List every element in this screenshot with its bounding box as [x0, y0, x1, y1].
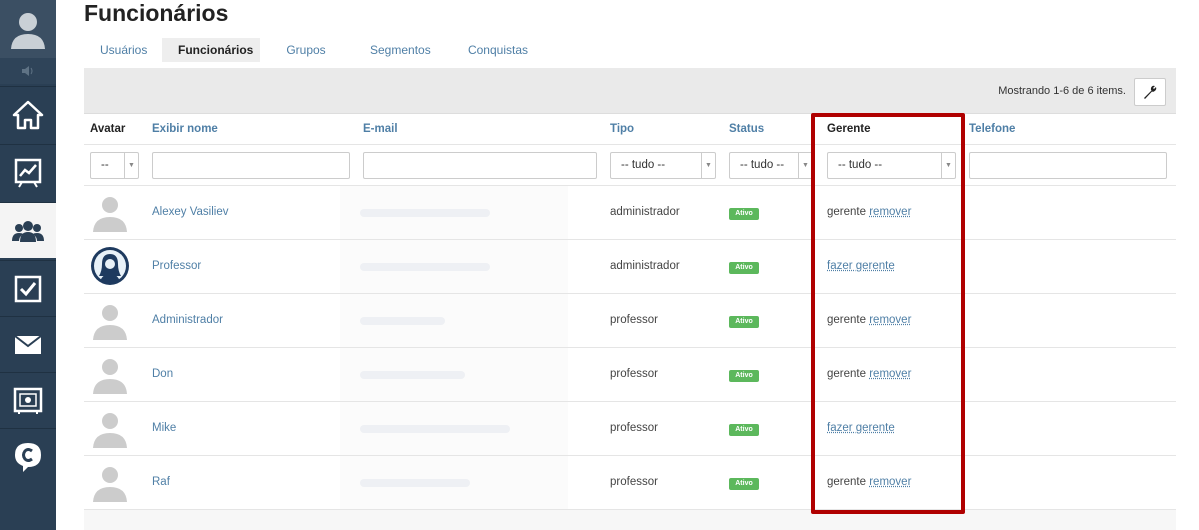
status-badge: Ativo	[729, 316, 759, 328]
col-header-type[interactable]: Tipo	[610, 114, 634, 144]
chart-icon[interactable]	[0, 144, 56, 200]
avatar	[91, 247, 129, 285]
manager-label: gerente	[827, 314, 867, 326]
make-manager-link[interactable]: fazer gerente	[827, 260, 895, 272]
speaker-icon[interactable]	[0, 58, 56, 84]
col-header-status[interactable]: Status	[729, 114, 764, 144]
employee-name-link[interactable]: Raf	[152, 476, 170, 488]
employees-table: Avatar Exibir nome E-mail Tipo Status Ge…	[84, 114, 1176, 510]
settings-button[interactable]	[1134, 78, 1166, 106]
status-badge: Ativo	[729, 262, 759, 274]
status-filter-select[interactable]: -- tudo -- ▼	[729, 152, 813, 179]
chevron-down-icon: ▼	[124, 153, 138, 178]
manager-cell: gerente remover	[827, 476, 911, 488]
chat-icon[interactable]	[0, 428, 56, 484]
summary-bar: Mostrando 1-6 de 6 items.	[84, 68, 1176, 114]
manager-cell: gerente remover	[827, 314, 911, 326]
col-header-avatar: Avatar	[90, 123, 126, 135]
manager-label: gerente	[827, 206, 867, 218]
avatar-filter-value: --	[101, 159, 109, 171]
main-content: Funcionários Usuários Funcionários Grupo…	[84, 0, 1176, 530]
users-icon[interactable]	[0, 202, 56, 258]
user-silhouette-icon	[11, 13, 45, 49]
mail-icon[interactable]	[0, 316, 56, 372]
tab-funcionarios[interactable]: Funcionários	[162, 38, 260, 62]
safe-icon[interactable]	[0, 372, 56, 428]
status-badge: Ativo	[729, 208, 759, 220]
avatar-filter-select[interactable]: -- ▼	[90, 152, 139, 179]
summary-text: Mostrando 1-6 de 6 items.	[998, 85, 1126, 97]
status-filter-value: -- tudo --	[740, 159, 785, 171]
manager-cell: gerente remover	[827, 368, 911, 380]
employee-type: administrador	[610, 206, 680, 218]
manager-cell: gerente remover	[827, 206, 911, 218]
avatar	[93, 467, 127, 502]
avatar	[93, 197, 127, 232]
employee-name-link[interactable]: Professor	[152, 260, 201, 272]
table-row: Don professor Ativo gerente remover	[84, 348, 1176, 402]
manager-filter-value: -- tudo --	[838, 159, 883, 171]
avatar	[93, 413, 127, 448]
wrench-icon	[1144, 85, 1157, 99]
employee-name-link[interactable]: Alexey Vasiliev	[152, 206, 229, 218]
manager-filter-select[interactable]: -- tudo -- ▼	[827, 152, 956, 179]
table-row: Professor administrador Ativo fazer gere…	[84, 240, 1176, 294]
table-row: Alexey Vasiliev administrador Ativo gere…	[84, 186, 1176, 240]
type-filter-select[interactable]: -- tudo -- ▼	[610, 152, 716, 179]
page-title: Funcionários	[84, 0, 229, 26]
employee-name-link[interactable]: Don	[152, 368, 173, 380]
checkbox-icon[interactable]	[0, 260, 56, 316]
employee-type: professor	[610, 368, 658, 380]
chevron-down-icon: ▼	[701, 153, 715, 178]
employee-name-link[interactable]: Mike	[152, 422, 176, 434]
manager-label: gerente	[827, 476, 867, 488]
tab-usuarios[interactable]: Usuários	[84, 38, 160, 62]
chevron-down-icon: ▼	[798, 153, 812, 178]
manager-label: gerente	[827, 368, 867, 380]
remove-manager-link[interactable]: remover	[869, 476, 911, 488]
name-filter-input[interactable]	[152, 152, 350, 179]
tabs: Usuários Funcionários Grupos Segmentos C…	[84, 38, 554, 62]
filter-row: -- ▼ -- tudo -- ▼ -- tudo -- ▼ -- tudo -…	[84, 144, 1176, 186]
status-badge: Ativo	[729, 478, 759, 490]
make-manager-link[interactable]: fazer gerente	[827, 422, 895, 434]
remove-manager-link[interactable]: remover	[869, 368, 911, 380]
remove-manager-link[interactable]: remover	[869, 206, 911, 218]
status-badge: Ativo	[729, 424, 759, 436]
employee-type: professor	[610, 314, 658, 326]
manager-cell: fazer gerente	[827, 422, 895, 434]
col-header-phone[interactable]: Telefone	[969, 114, 1015, 144]
email-filter-input[interactable]	[363, 152, 597, 179]
manager-cell: fazer gerente	[827, 260, 895, 272]
avatar	[93, 305, 127, 340]
table-row: Mike professor Ativo fazer gerente	[84, 402, 1176, 456]
status-badge: Ativo	[729, 370, 759, 382]
col-header-name[interactable]: Exibir nome	[152, 114, 218, 144]
tab-conquistas[interactable]: Conquistas	[444, 38, 552, 62]
employee-type: administrador	[610, 260, 680, 272]
user-avatar[interactable]	[0, 0, 56, 58]
col-header-email[interactable]: E-mail	[363, 114, 398, 144]
remove-manager-link[interactable]: remover	[869, 314, 911, 326]
employee-type: professor	[610, 422, 658, 434]
type-filter-value: -- tudo --	[621, 159, 666, 171]
table-row: Raf professor Ativo gerente remover	[84, 456, 1176, 510]
tab-segmentos[interactable]: Segmentos	[354, 38, 442, 62]
employee-type: professor	[610, 476, 658, 488]
employee-name-link[interactable]: Administrador	[152, 314, 223, 326]
table-row: Administrador professor Ativo gerente re…	[84, 294, 1176, 348]
sidebar	[0, 0, 56, 530]
col-header-manager: Gerente	[827, 123, 871, 135]
phone-filter-input[interactable]	[969, 152, 1167, 179]
home-icon[interactable]	[0, 86, 56, 142]
tab-grupos[interactable]: Grupos	[262, 38, 350, 62]
avatar	[93, 359, 127, 394]
grid: Mostrando 1-6 de 6 items. Avatar Exibir …	[84, 68, 1176, 530]
chevron-down-icon: ▼	[941, 153, 955, 178]
